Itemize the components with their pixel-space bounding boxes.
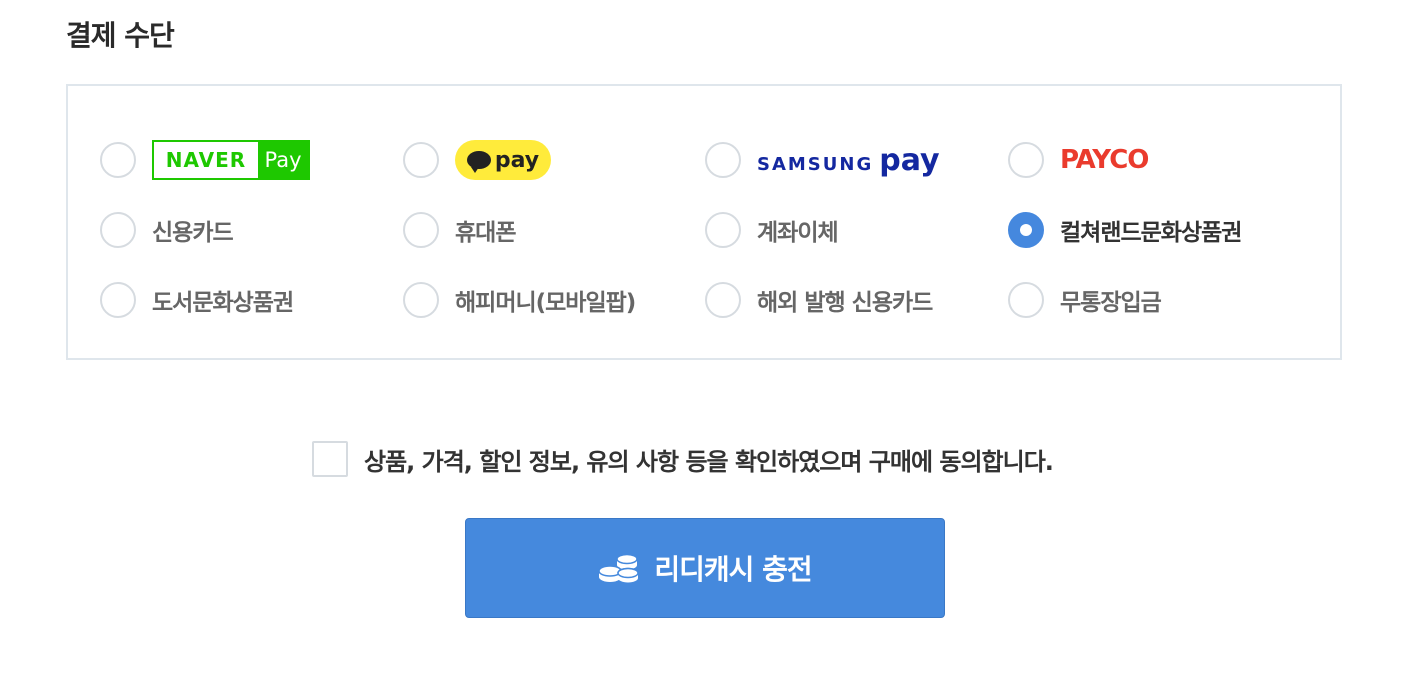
payment-option-payco[interactable]: PAYCO [1008,140,1149,180]
payment-option-book-giftcard[interactable]: 도서문화상품권 [100,280,294,320]
naverpay-logo-text: NAVER [154,142,258,178]
kakaopay-logo: pay [455,140,551,180]
payment-option-overseas-card[interactable]: 해외 발행 신용카드 [705,280,933,320]
radio-samsungpay[interactable] [705,142,741,178]
samsungpay-logo-samsung: SAMSUNG [757,153,874,175]
section-title: 결제 수단 [66,19,175,52]
agreement-text: 상품, 가격, 할인 정보, 유의 사항 등을 확인하였으며 구매에 동의합니다… [364,447,1054,476]
radio-selected-dot [1020,224,1032,236]
method-label: 해외 발행 신용카드 [757,290,933,316]
radio-kakaopay[interactable] [403,142,439,178]
radio-bank-transfer[interactable] [705,212,741,248]
method-label: 휴대폰 [455,220,516,246]
samsungpay-logo-pay: pay [879,142,940,178]
payment-option-credit-card[interactable]: 신용카드 [100,210,234,250]
payment-option-happymoney[interactable]: 해피머니(모바일팝) [403,280,636,320]
payment-methods-box: NAVER Pay pay SAMSUNG pay PAYCO 신용카드 휴대폰… [66,84,1342,360]
kakaopay-logo-text: pay [494,147,540,173]
payment-option-kakaopay[interactable]: pay [403,140,551,180]
method-label: 신용카드 [152,220,234,246]
coins-icon [598,553,640,583]
method-label: 컬쳐랜드문화상품권 [1060,220,1242,246]
payment-option-samsungpay[interactable]: SAMSUNG pay [705,140,940,180]
samsungpay-logo: SAMSUNG pay [757,143,940,178]
radio-cultureland-giftcard[interactable] [1008,212,1044,248]
naverpay-logo-pay: Pay [258,142,308,178]
radio-bank-deposit[interactable] [1008,282,1044,318]
speech-bubble-icon [466,151,491,173]
radio-book-giftcard[interactable] [100,282,136,318]
method-label: 도서문화상품권 [152,290,294,316]
method-label: 계좌이체 [757,220,839,246]
payment-option-bank-transfer[interactable]: 계좌이체 [705,210,839,250]
radio-happymoney[interactable] [403,282,439,318]
payment-option-cultureland-giftcard[interactable]: 컬쳐랜드문화상품권 [1008,210,1242,250]
agreement-row[interactable]: 상품, 가격, 할인 정보, 유의 사항 등을 확인하였으며 구매에 동의합니다… [312,441,1054,477]
radio-naverpay[interactable] [100,142,136,178]
ridicash-charge-button[interactable]: 리디캐시 충전 [465,518,945,618]
method-label: 무통장입금 [1060,290,1162,316]
payment-option-bank-deposit[interactable]: 무통장입금 [1008,280,1162,320]
charge-button-label: 리디캐시 충전 [654,553,812,586]
method-label: 해피머니(모바일팝) [455,290,636,316]
radio-payco[interactable] [1008,142,1044,178]
radio-overseas-card[interactable] [705,282,741,318]
naverpay-logo: NAVER Pay [152,140,310,180]
agreement-checkbox[interactable] [312,441,348,477]
payment-option-naverpay[interactable]: NAVER Pay [100,140,310,180]
radio-mobile-phone[interactable] [403,212,439,248]
radio-credit-card[interactable] [100,212,136,248]
payco-logo: PAYCO [1060,145,1149,175]
payment-option-mobile-phone[interactable]: 휴대폰 [403,210,516,250]
